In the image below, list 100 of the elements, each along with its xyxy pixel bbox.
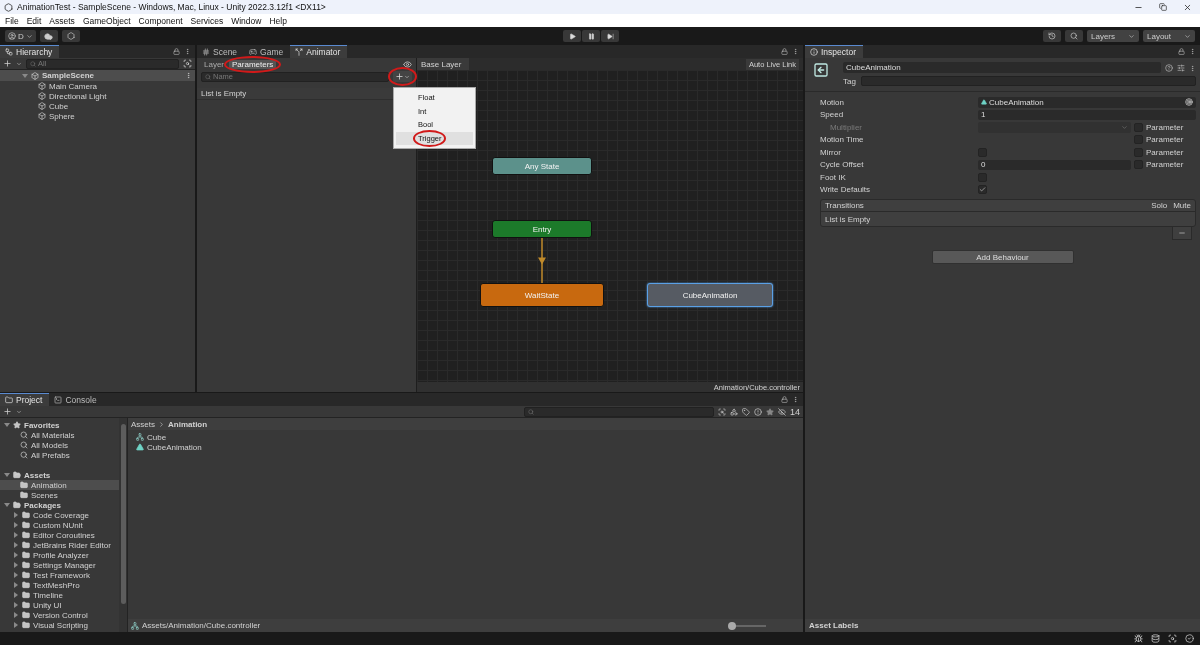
tree-item[interactable]: TextMeshPro: [0, 580, 119, 590]
menu-item[interactable]: Help: [269, 15, 287, 26]
tree-item[interactable]: Custom NUnit: [0, 520, 119, 530]
tree-item[interactable]: All Materials: [0, 430, 119, 440]
tree-item[interactable]: Animation: [0, 480, 119, 490]
menu-item[interactable]: Component: [138, 15, 183, 26]
add-icon[interactable]: [3, 59, 12, 68]
eye-icon[interactable]: [403, 59, 412, 69]
step-button[interactable]: [601, 30, 620, 42]
disclosure-triangle-icon[interactable]: [13, 602, 19, 608]
panel-tab[interactable]: Parameters: [229, 59, 277, 69]
menu-item[interactable]: GameObject: [82, 15, 131, 26]
layout-dropdown[interactable]: Layout: [1143, 30, 1195, 42]
search-field[interactable]: [524, 406, 714, 417]
state-node[interactable]: CubeAnimation: [647, 283, 773, 307]
tree-item[interactable]: All Models: [0, 440, 119, 450]
tree-item[interactable]: Settings Manager: [0, 560, 119, 570]
slider-thumb[interactable]: [727, 621, 736, 630]
history-button[interactable]: [1043, 30, 1061, 42]
tree-item[interactable]: Unity UI: [0, 600, 119, 610]
tree-item[interactable]: Scenes: [0, 490, 119, 500]
tree-item[interactable]: Code Coverage: [0, 510, 119, 520]
state-node[interactable]: WaitState: [480, 283, 604, 307]
tree-item[interactable]: Editor Coroutines: [0, 530, 119, 540]
disclosure-triangle-icon[interactable]: [13, 522, 19, 528]
disclosure-triangle-icon[interactable]: [13, 582, 19, 588]
help-icon[interactable]: [1165, 64, 1173, 72]
menu-item[interactable]: Assets: [49, 15, 75, 26]
breadcrumb[interactable]: Animation: [168, 419, 208, 429]
lock-icon[interactable]: [1178, 48, 1185, 55]
lock-icon[interactable]: [173, 48, 180, 55]
object-name-field[interactable]: CubeAnimation: [843, 62, 1161, 73]
tree-item[interactable]: Sphere: [0, 111, 195, 121]
tree-item[interactable]: Packages: [0, 500, 119, 510]
tree-item[interactable]: Assets: [0, 470, 119, 480]
scan-icon[interactable]: [1168, 634, 1177, 643]
disclosure-triangle-icon[interactable]: [4, 502, 10, 508]
disclosure-triangle-icon[interactable]: [13, 542, 19, 548]
disclosure-triangle-icon[interactable]: [13, 622, 19, 628]
disclosure-triangle-icon[interactable]: [22, 72, 28, 79]
panel-tab[interactable]: Console: [49, 393, 104, 406]
number-field[interactable]: 0: [978, 159, 1131, 170]
panel-tab[interactable]: Project: [0, 393, 50, 406]
close-icon[interactable]: [1183, 2, 1192, 12]
tree-item[interactable]: Timeline: [0, 590, 119, 600]
disclosure-triangle-icon[interactable]: [13, 592, 19, 598]
tree-item[interactable]: Cube: [0, 101, 195, 111]
check-circle-icon[interactable]: [1185, 634, 1194, 643]
alert-icon[interactable]: [754, 407, 762, 416]
scrollbar[interactable]: [119, 418, 127, 632]
add-behaviour-button[interactable]: Add Behaviour: [931, 250, 1074, 264]
bug-icon[interactable]: [1134, 634, 1143, 643]
menu-item[interactable]: Services: [190, 15, 224, 26]
restore-icon[interactable]: [1159, 2, 1167, 11]
menu-item[interactable]: File: [5, 15, 19, 26]
remove-button[interactable]: [1172, 227, 1192, 240]
database-icon[interactable]: [1151, 634, 1160, 643]
services-button[interactable]: [61, 30, 80, 42]
tag-icon[interactable]: [742, 407, 750, 416]
tree-item[interactable]: Visual Scripting: [0, 620, 119, 630]
tree-item[interactable]: Version Control: [0, 610, 119, 620]
tree-item[interactable]: Favorites: [0, 420, 119, 430]
asset-item[interactable]: CubeAnimation: [136, 442, 795, 452]
disclosure-triangle-icon[interactable]: [13, 532, 19, 538]
checkbox[interactable]: [978, 185, 987, 195]
disclosure-triangle-icon[interactable]: [13, 572, 19, 578]
play-button[interactable]: [563, 30, 582, 42]
sliders-icon[interactable]: [1177, 64, 1185, 72]
tree-item[interactable]: Main Camera: [0, 81, 195, 91]
breadcrumb[interactable]: Base Layer: [417, 58, 470, 70]
menu-item[interactable]: Edit: [26, 15, 42, 26]
scene-search-icon[interactable]: [718, 407, 726, 416]
tree-item[interactable]: Profile Analyzer: [0, 550, 119, 560]
target-icon[interactable]: [1185, 98, 1193, 107]
state-node[interactable]: Entry: [492, 220, 592, 238]
disclosure-triangle-icon[interactable]: [13, 562, 19, 568]
account-button[interactable]: D: [5, 30, 36, 42]
disclosure-triangle-icon[interactable]: [13, 512, 19, 518]
hidden-icon[interactable]: [778, 407, 786, 416]
menu-item[interactable]: Window: [231, 15, 262, 26]
add-icon[interactable]: [3, 407, 12, 416]
number-field[interactable]: 1: [978, 109, 1196, 120]
transition-arrow[interactable]: [538, 237, 546, 284]
tree-item[interactable]: SampleScene: [0, 70, 195, 81]
panel-tab[interactable]: Hierarchy: [0, 45, 60, 58]
tree-item[interactable]: Test Framework: [0, 570, 119, 580]
asset-item[interactable]: Cube: [136, 432, 795, 442]
layers-dropdown[interactable]: Layers: [1087, 30, 1139, 42]
tree-item[interactable]: JetBrains Rider Editor: [0, 540, 119, 550]
add-button[interactable]: [393, 71, 412, 82]
panel-tab[interactable]: Inspector: [805, 45, 863, 58]
breadcrumb[interactable]: Assets: [131, 419, 155, 429]
disclosure-triangle-icon[interactable]: [13, 612, 19, 618]
lock-icon[interactable]: [781, 48, 788, 55]
panel-tab[interactable]: Game: [244, 45, 291, 58]
panel-tab[interactable]: Scene: [197, 45, 245, 58]
star-icon[interactable]: [766, 407, 774, 416]
lock-icon[interactable]: [781, 396, 788, 403]
panel-tab[interactable]: Animator: [290, 45, 348, 58]
disclosure-triangle-icon[interactable]: [13, 552, 19, 558]
